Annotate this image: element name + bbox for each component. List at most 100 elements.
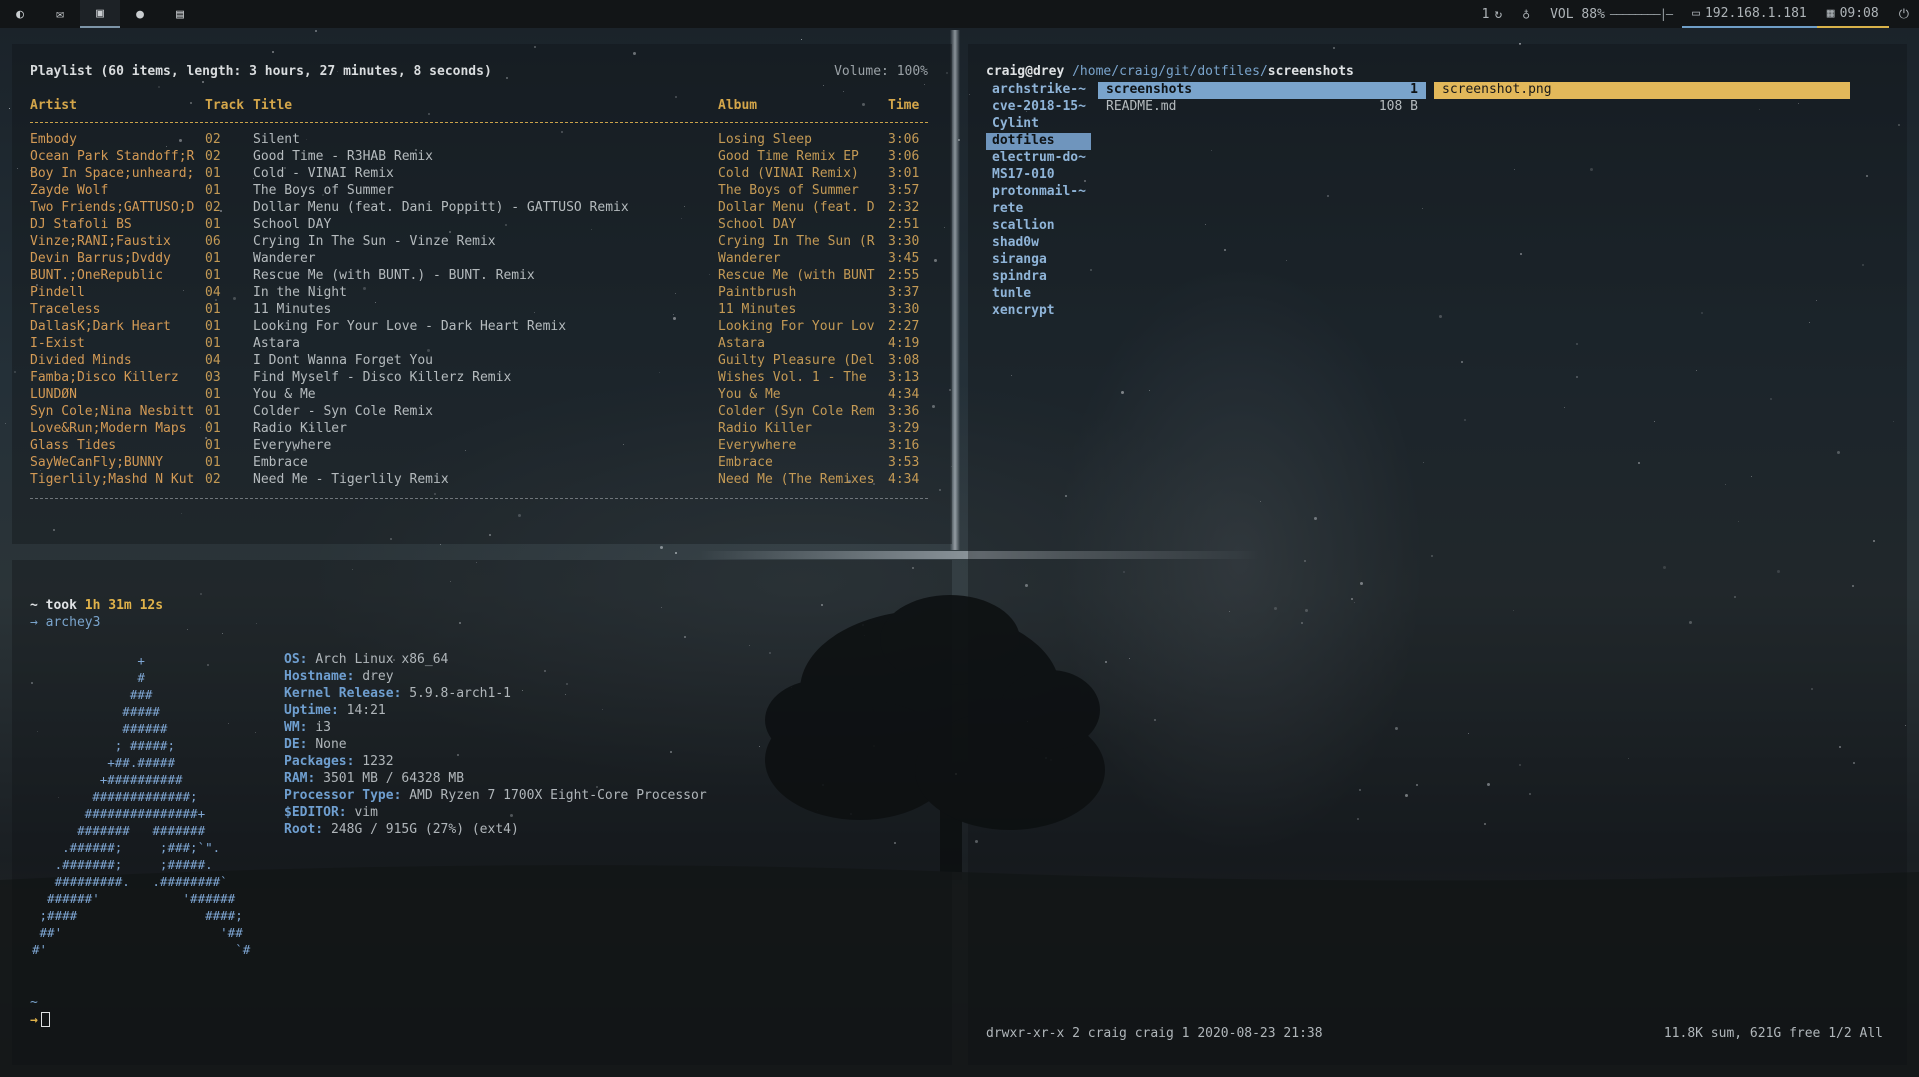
directory-item[interactable]: protonmail-~ — [986, 184, 1091, 201]
moon-icon: ◐ — [16, 6, 24, 22]
workspace-4[interactable]: ● — [120, 0, 160, 28]
cell-title: Astara — [253, 336, 300, 351]
cell-album: Need Me (The Remixes — [718, 472, 875, 487]
cell-track: 02 — [205, 472, 221, 487]
player-volume: Volume: 100% — [834, 64, 928, 79]
playlist-row[interactable]: Ocean Park Standoff;R 02 Good Time - R3HAB… — [30, 149, 928, 166]
info-line: OS: Arch Linux x86_64 — [284, 652, 707, 669]
preview-file-item[interactable]: screenshot.png — [1434, 82, 1850, 99]
volume-control[interactable]: VOL 88% ————————|— — [1540, 0, 1682, 28]
cell-artist: Traceless — [30, 302, 101, 317]
directory-item[interactable]: xencrypt — [986, 303, 1091, 320]
column-artist[interactable]: Artist — [30, 98, 77, 113]
info-line: Root: 248G / 915G (27%) (ext4) — [284, 822, 707, 839]
playlist-row[interactable]: Zayde Wolf 01 The Boys of Summer The Boys o… — [30, 183, 928, 200]
current-path[interactable]: /home/craig/git/dotfiles/ — [1072, 64, 1268, 79]
cell-artist: Syn Cole;Nina Nesbitt — [30, 404, 195, 419]
directory-item[interactable]: archstrike-~ — [986, 82, 1091, 99]
directory-item[interactable]: spindra — [986, 269, 1091, 286]
directory-item[interactable]: scallion — [986, 218, 1091, 235]
playlist-row[interactable]: Devin Barrus;Dvddy 01 Wanderer Wanderer 3:45 — [30, 251, 928, 268]
directory-item-selected[interactable]: screenshots 1 — [1098, 82, 1426, 99]
playlist-row[interactable]: Famba;Disco Killerz 03 Find Myself - Disco… — [30, 370, 928, 387]
playlist-row[interactable]: Boy In Space;unheard; 01 Cold - VINAI Remi… — [30, 166, 928, 183]
directory-item[interactable]: electrum-do~ — [986, 150, 1091, 167]
current-dir-name[interactable]: screenshots — [1268, 64, 1354, 79]
cell-track: 01 — [205, 387, 221, 402]
playlist-row[interactable]: Glass Tides 01 Everywhere Everywhere 3:16 — [30, 438, 928, 455]
playlist-row[interactable]: SayWeCanFly;BUNNY 01 Embrace Embrace 3:53 — [30, 455, 928, 472]
cell-title: Silent — [253, 132, 300, 147]
power-button[interactable]: ⏻ — [1889, 0, 1919, 28]
star — [660, 546, 663, 549]
directory-item[interactable]: Cylint — [986, 116, 1091, 133]
cell-time: 3:06 — [888, 149, 920, 164]
disk-summary: 11.8K sum, 621G free 1/2 All — [1663, 1026, 1883, 1041]
volume-label: VOL 88% — [1550, 6, 1605, 22]
cell-title: School DAY — [253, 217, 332, 232]
clock-widget[interactable]: ▦ 09:08 — [1816, 0, 1889, 28]
cell-album: Astara — [718, 336, 765, 351]
playlist-row[interactable]: Love&Run;Modern Maps 01 Radio Killer Radio … — [30, 421, 928, 438]
cell-time: 3:45 — [888, 251, 920, 266]
cell-title: Everywhere — [253, 438, 332, 453]
workspace-2[interactable]: ✉ — [40, 0, 80, 28]
cell-artist: DallasK;Dark Heart — [30, 319, 171, 334]
prompt-arrow: → — [30, 1013, 38, 1028]
file-manager-pane[interactable]: craig@drey /home/craig/git/dotfiles/scre… — [968, 44, 1907, 1065]
cell-track: 04 — [205, 285, 221, 300]
cell-title: 11 Minutes — [253, 302, 332, 317]
cell-artist: Vinze;RANI;Faustix — [30, 234, 171, 249]
playlist-row[interactable]: DallasK;Dark Heart 01 Looking For Your Lov… — [30, 319, 928, 336]
column-title[interactable]: Title — [253, 98, 292, 113]
playlist-row[interactable]: Traceless 01 11 Minutes 11 Minutes 3:30 — [30, 302, 928, 319]
playlist-columns: Artist Track Title Album Time — [30, 98, 928, 115]
playlist-row[interactable]: I-Exist 01 Astara Astara 4:19 — [30, 336, 928, 353]
column-track[interactable]: Track — [205, 98, 244, 113]
volume-slider[interactable]: ————————|— — [1610, 7, 1673, 21]
prompt-line[interactable]: → — [30, 1012, 50, 1028]
updates-indicator[interactable]: 1 ↻ — [1472, 0, 1513, 28]
network-indicator[interactable]: ▭ 192.168.1.181 — [1682, 0, 1817, 28]
playlist-row[interactable]: DJ Stafoli BS 01 School DAY School DAY 2:51 — [30, 217, 928, 234]
preview-column: screenshot.png — [1434, 82, 1850, 99]
cell-track: 01 — [205, 404, 221, 419]
cell-time: 2:32 — [888, 200, 920, 215]
playlist-row[interactable]: Syn Cole;Nina Nesbitt 01 Colder - Syn Cole… — [30, 404, 928, 421]
directory-item[interactable]: rete — [986, 201, 1091, 218]
playlist-row[interactable]: Vinze;RANI;Faustix 06 Crying In The Sun - … — [30, 234, 928, 251]
cell-album: You & Me — [718, 387, 781, 402]
cell-artist: Famba;Disco Killerz — [30, 370, 179, 385]
file-item[interactable]: README.md 108 B — [1098, 99, 1426, 116]
playlist-row[interactable]: Two Friends;GATTÜSO;D 02 Dollar Menu (feat… — [30, 200, 928, 217]
cell-title: Dollar Menu (feat. Dani Poppitt) - GATTÜ… — [253, 200, 629, 215]
workspace-1[interactable]: ◐ — [0, 0, 40, 28]
music-player-pane[interactable]: Playlist (60 items, length: 3 hours, 27 … — [12, 44, 952, 544]
directory-item[interactable]: siranga — [986, 252, 1091, 269]
directory-item[interactable]: shad0w — [986, 235, 1091, 252]
directory-item[interactable]: tunle — [986, 286, 1091, 303]
terminal-pane[interactable]: ~ took 1h 31m 12s → archey3 + # ### ####… — [12, 560, 952, 1065]
cell-album: Wishes Vol. 1 - The — [718, 370, 867, 385]
playlist-row[interactable]: LUNDØN 01 You & Me You & Me 4:34 — [30, 387, 928, 404]
info-key: Kernel Release: — [284, 686, 402, 701]
playlist-row[interactable]: Embody 02 Silent Losing Sleep 3:06 — [30, 132, 928, 149]
workspace-3[interactable]: ▣ — [80, 0, 120, 28]
bulb-indicator[interactable]: ♁ — [1512, 0, 1540, 28]
column-album[interactable]: Album — [718, 98, 757, 113]
workspace-5[interactable]: ▤ — [160, 0, 200, 28]
directory-item[interactable]: MS17-010 — [986, 167, 1091, 184]
star — [440, 544, 441, 545]
cell-artist: Zayde Wolf — [30, 183, 109, 198]
playlist-row[interactable]: BUNT.;OneRepublic 01 Rescue Me (with BUNT.… — [30, 268, 928, 285]
cell-time: 3:08 — [888, 353, 920, 368]
playlist-row[interactable]: Pindell 04 In the Night Paintbrush 3:37 — [30, 285, 928, 302]
cell-track: 01 — [205, 268, 221, 283]
playlist-row[interactable]: Tigerlily;Mashd N Kut 02 Need Me - Tigerli… — [30, 472, 928, 489]
info-line: Kernel Release: 5.9.8-arch1-1 — [284, 686, 707, 703]
directory-item[interactable]: dotfiles — [986, 133, 1091, 150]
column-time[interactable]: Time — [888, 98, 919, 113]
item-size: 108 B — [1378, 99, 1418, 114]
playlist-row[interactable]: Divided Minds 04 I Dont Wanna Forget You Gu… — [30, 353, 928, 370]
directory-item[interactable]: cve-2018-15~ — [986, 99, 1091, 116]
